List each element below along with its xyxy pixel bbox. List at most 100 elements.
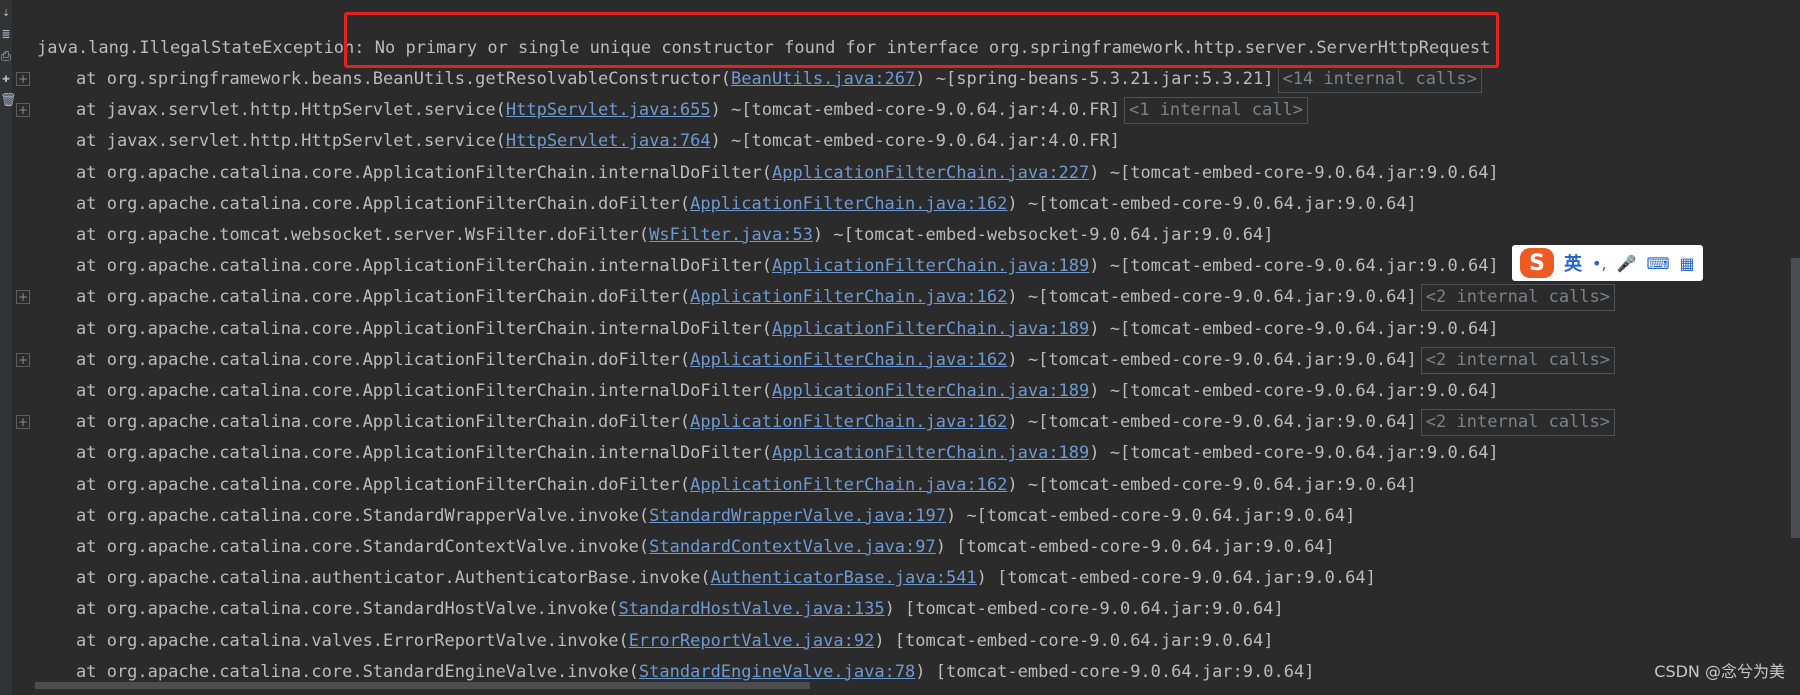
frame-method: at org.apache.catalina.authenticator.Aut… [76, 568, 711, 589]
vertical-scrollbar[interactable] [1790, 0, 1800, 695]
expand-icon[interactable]: + [16, 352, 30, 367]
frame-method: at org.apache.catalina.valves.ErrorRepor… [76, 630, 629, 651]
frame-jar-info: ) [tomcat-embed-core-9.0.64.jar:9.0.64] [915, 661, 1315, 682]
frame-jar-info: ) ~[tomcat-embed-core-9.0.64.jar:9.0.64] [1007, 287, 1417, 308]
expand-icon[interactable]: + [16, 290, 30, 305]
frame-method: at org.apache.catalina.core.StandardHost… [76, 599, 619, 620]
exception-class: java.lang.IllegalStateException: [37, 38, 365, 58]
apps-icon[interactable]: ▦ [1680, 254, 1695, 273]
frame-method: at org.apache.catalina.core.ApplicationF… [76, 412, 691, 433]
frame-method: at org.apache.catalina.core.StandardWrap… [76, 505, 650, 526]
frame-method: at org.apache.catalina.core.ApplicationF… [76, 474, 691, 495]
frame-jar-info: ) ~[spring-beans-5.3.21.jar:5.3.21] [915, 69, 1274, 89]
frame-method: at org.apache.catalina.core.ApplicationF… [76, 443, 772, 464]
frame-jar-info: ) ~[tomcat-embed-core-9.0.64.jar:9.0.64] [945, 505, 1356, 526]
source-file-link[interactable]: WsFilter.java:53 [649, 225, 813, 245]
expand-icon[interactable]: + [16, 415, 30, 430]
source-file-link[interactable]: StandardHostValve.java:135 [618, 599, 884, 619]
source-file-link[interactable]: HttpServlet.java:655 [506, 100, 711, 120]
stack-frame-line: at org.apache.catalina.authenticator.Aut… [76, 563, 1376, 594]
stack-frame-line: at org.apache.catalina.core.ApplicationF… [76, 407, 1616, 438]
source-file-link[interactable]: ApplicationFilterChain.java:189 [772, 443, 1089, 463]
stack-frame-line: at org.apache.catalina.core.ApplicationF… [76, 376, 1499, 407]
frame-method: at org.apache.catalina.core.ApplicationF… [76, 287, 691, 308]
microphone-icon[interactable]: 🎤 [1617, 254, 1637, 273]
stack-frame-line: at org.apache.catalina.core.ApplicationF… [76, 314, 1499, 345]
stack-frame-line: at org.apache.catalina.core.ApplicationF… [76, 251, 1499, 282]
frame-jar-info: ) ~[tomcat-embed-core-9.0.64.jar:9.0.64] [1007, 474, 1417, 495]
frame-jar-info: ) ~[tomcat-embed-core-9.0.64.jar:9.0.64] [1089, 162, 1499, 183]
stack-frame-line: at org.apache.catalina.core.ApplicationF… [76, 345, 1616, 376]
stack-frame-line: at org.apache.catalina.core.ApplicationF… [76, 189, 1417, 220]
error-highlight-box [344, 12, 1499, 68]
stack-frame-line: at org.springframework.beans.BeanUtils.g… [76, 64, 1482, 95]
source-file-link[interactable]: StandardWrapperValve.java:197 [649, 506, 946, 526]
frame-method: at org.apache.catalina.core.ApplicationF… [76, 256, 772, 277]
ime-language-toggle[interactable]: 英 [1564, 250, 1582, 276]
internal-calls-fold[interactable]: <2 internal calls> [1420, 409, 1616, 437]
frame-jar-info: ) ~[tomcat-embed-core-9.0.64.jar:9.0.64] [1089, 256, 1499, 277]
run-console: java.lang.IllegalStateException: No prim… [0, 0, 1790, 682]
frame-jar-info: ) [tomcat-embed-core-9.0.64.jar:9.0.64] [884, 599, 1284, 620]
frame-jar-info: ) ~[tomcat-embed-core-9.0.64.jar:9.0.64] [1007, 193, 1417, 214]
vertical-scroll-thumb[interactable] [1791, 258, 1800, 538]
frame-method: at org.apache.catalina.core.ApplicationF… [76, 162, 772, 183]
sogou-logo-icon[interactable]: S [1520, 248, 1554, 278]
stack-frame-line: at org.apache.catalina.core.ApplicationF… [76, 282, 1616, 313]
frame-method: at org.apache.catalina.core.ApplicationF… [76, 349, 691, 370]
frame-jar-info: ) ~[tomcat-embed-core-9.0.64.jar:9.0.64] [1007, 349, 1417, 370]
source-file-link[interactable]: StandardContextValve.java:97 [649, 537, 936, 557]
stack-frame-line: at org.apache.catalina.core.StandardCont… [76, 532, 1335, 563]
stack-frame-line: at org.apache.catalina.core.ApplicationF… [76, 158, 1499, 189]
stack-frame-line: at javax.servlet.http.HttpServlet.servic… [76, 126, 1120, 157]
ime-toolbar[interactable]: S 英 •, 🎤 ⌨ ▦ [1512, 245, 1703, 281]
frame-jar-info: ) ~[tomcat-embed-core-9.0.64.jar:4.0.FR] [710, 131, 1120, 152]
source-file-link[interactable]: ApplicationFilterChain.java:227 [772, 163, 1089, 183]
stack-frame-line: at org.apache.tomcat.websocket.server.Ws… [76, 220, 1274, 251]
frame-method: at org.apache.catalina.core.ApplicationF… [76, 193, 691, 214]
internal-calls-fold[interactable]: <2 internal calls> [1420, 346, 1616, 374]
internal-calls-fold[interactable]: <1 internal call> [1123, 97, 1308, 125]
source-file-link[interactable]: BeanUtils.java:267 [731, 69, 915, 89]
source-file-link[interactable]: ApplicationFilterChain.java:189 [772, 319, 1089, 339]
stack-frame-line: at javax.servlet.http.HttpServlet.servic… [76, 95, 1308, 126]
source-file-link[interactable]: ApplicationFilterChain.java:162 [690, 287, 1007, 307]
source-file-link[interactable]: ApplicationFilterChain.java:189 [772, 381, 1089, 401]
keyboard-icon[interactable]: ⌨ [1646, 254, 1669, 273]
stack-frame-line: at org.apache.catalina.core.StandardHost… [76, 594, 1284, 625]
expand-icon[interactable]: + [16, 72, 30, 86]
frame-jar-info: ) ~[tomcat-embed-core-9.0.64.jar:4.0.FR] [710, 100, 1120, 121]
frame-method: at org.apache.catalina.core.ApplicationF… [76, 381, 772, 401]
frame-method: at org.apache.tomcat.websocket.server.Ws… [76, 225, 650, 245]
expand-icon[interactable]: + [16, 103, 30, 118]
source-file-link[interactable]: AuthenticatorBase.java:541 [711, 568, 977, 588]
source-file-link[interactable]: StandardEngineValve.java:78 [639, 662, 915, 682]
stack-frame-line: at org.apache.catalina.valves.ErrorRepor… [76, 626, 1274, 657]
frame-jar-info: ) [tomcat-embed-core-9.0.64.jar:9.0.64] [935, 537, 1335, 557]
frame-method: at javax.servlet.http.HttpServlet.servic… [76, 100, 506, 121]
source-file-link[interactable]: ApplicationFilterChain.java:189 [772, 256, 1089, 276]
source-file-link[interactable]: ApplicationFilterChain.java:162 [690, 194, 1007, 214]
internal-calls-fold[interactable]: <2 internal calls> [1420, 284, 1616, 312]
frame-method: at org.apache.catalina.core.StandardEngi… [76, 661, 639, 682]
source-file-link[interactable]: ApplicationFilterChain.java:162 [690, 475, 1007, 495]
frame-method: at org.springframework.beans.BeanUtils.g… [76, 69, 732, 89]
frame-method: at org.apache.catalina.core.StandardCont… [76, 537, 650, 557]
punctuation-toggle[interactable]: •, [1592, 254, 1607, 273]
internal-calls-fold[interactable]: <14 internal calls> [1277, 66, 1482, 93]
stack-frame-line: at org.apache.catalina.core.ApplicationF… [76, 470, 1417, 501]
frame-jar-info: ) [tomcat-embed-core-9.0.64.jar:9.0.64] [976, 568, 1376, 589]
stack-frame-line: at org.apache.catalina.core.StandardWrap… [76, 501, 1355, 532]
source-file-link[interactable]: ErrorReportValve.java:92 [629, 631, 875, 651]
source-file-link[interactable]: HttpServlet.java:764 [506, 131, 711, 151]
source-file-link[interactable]: ApplicationFilterChain.java:162 [690, 412, 1007, 432]
horizontal-scroll-thumb[interactable] [35, 682, 810, 689]
frame-jar-info: ) ~[tomcat-embed-core-9.0.64.jar:9.0.64] [1089, 318, 1499, 339]
frame-jar-info: ) ~[tomcat-embed-core-9.0.64.jar:9.0.64] [1089, 381, 1499, 401]
frame-jar-info: ) ~[tomcat-embed-core-9.0.64.jar:9.0.64] [1007, 412, 1417, 433]
frame-jar-info: ) ~[tomcat-embed-websocket-9.0.64.jar:9.… [812, 225, 1274, 245]
frame-method: at javax.servlet.http.HttpServlet.servic… [76, 131, 506, 152]
frame-jar-info: ) [tomcat-embed-core-9.0.64.jar:9.0.64] [874, 630, 1274, 651]
source-file-link[interactable]: ApplicationFilterChain.java:162 [690, 350, 1007, 370]
frame-method: at org.apache.catalina.core.ApplicationF… [76, 318, 772, 339]
